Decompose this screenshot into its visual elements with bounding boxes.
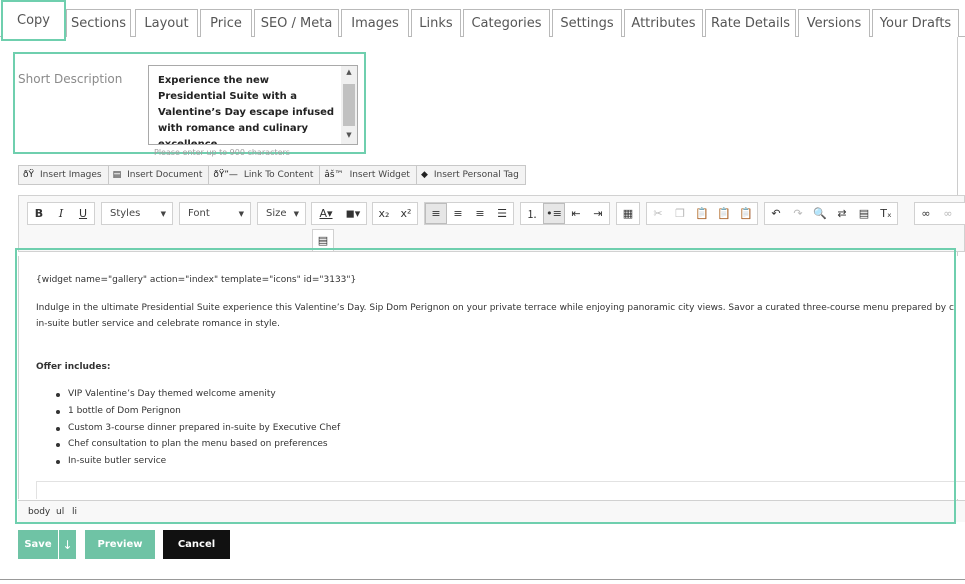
chevron-down-icon: ▼ — [293, 209, 299, 218]
underline-icon[interactable]: U — [72, 203, 94, 224]
page-bottom-divider — [0, 579, 965, 580]
short-description-label: Short Description — [18, 72, 123, 86]
scroll-up-icon[interactable]: ▲ — [341, 68, 357, 76]
superscript-icon[interactable]: x² — [395, 203, 417, 224]
editor-highlight — [15, 248, 956, 524]
document-icon: ▤ — [112, 170, 122, 180]
chevron-down-icon: ▼ — [160, 209, 166, 218]
bulleted-list-icon[interactable]: •≡ — [543, 203, 565, 224]
chevron-down-icon: ▼ — [238, 209, 244, 218]
background-color-icon[interactable]: ◼▾ — [340, 203, 366, 224]
size-label: Size — [266, 208, 287, 219]
paste-text-icon[interactable]: 📋 — [713, 203, 735, 224]
tag-icon: ◆ — [420, 170, 428, 180]
tab-settings[interactable]: Settings — [552, 9, 622, 37]
numbered-list-icon[interactable]: ⒈ — [521, 203, 543, 224]
scroll-down-icon[interactable]: ▼ — [341, 131, 357, 139]
undo-icon[interactable]: ↶ — [765, 203, 787, 224]
align-center-icon[interactable]: ≡ — [447, 203, 469, 224]
scroll-thumb[interactable] — [343, 84, 355, 126]
tab-images[interactable]: Images — [341, 9, 409, 37]
link-group: ∞ ∞ — [914, 202, 965, 225]
save-button[interactable]: Save — [18, 530, 58, 559]
bold-icon[interactable]: B — [28, 203, 50, 224]
insert-toolbar: ðŸ Insert Images ▤ Insert Document ðŸ”— … — [18, 165, 526, 185]
copy-icon[interactable]: ❐ — [669, 203, 691, 224]
tab-links[interactable]: Links — [411, 9, 461, 37]
editor-toolbar: B I U Styles ▼ Font ▼ Size ▼ A▾ ◼▾ x₂ x²… — [18, 195, 965, 252]
paste-word-icon[interactable]: 📋 — [735, 203, 757, 224]
script-group: x₂ x² — [372, 202, 418, 225]
subscript-icon[interactable]: x₂ — [373, 203, 395, 224]
widget-icon: âš™ — [324, 170, 344, 180]
insert-images-button[interactable]: ðŸ Insert Images — [19, 166, 109, 184]
short-description-value[interactable]: Experience the new Presidential Suite wi… — [158, 73, 340, 144]
link-icon: ðŸ”— — [213, 170, 238, 180]
italic-icon[interactable]: I — [50, 203, 72, 224]
tab-sections[interactable]: Sections — [66, 9, 131, 37]
list-group: ⒈ •≡ ⇤ ⇥ — [520, 202, 610, 225]
preview-button[interactable]: Preview — [85, 530, 155, 559]
character-limit-hint: Please enter up to 900 characters — [154, 148, 290, 157]
color-group: A▾ ◼▾ — [311, 202, 367, 225]
size-dropdown[interactable]: Size ▼ — [257, 202, 306, 225]
tab-copy[interactable]: Copy — [1, 0, 66, 41]
align-justify-icon[interactable]: ☰ — [491, 203, 513, 224]
table-icon[interactable]: ▦ — [617, 203, 639, 224]
tab-your-drafts[interactable]: Your Drafts — [872, 9, 959, 37]
save-dropdown-button[interactable]: ↓ — [58, 530, 76, 559]
outdent-icon[interactable]: ⇤ — [565, 203, 587, 224]
tab-attributes[interactable]: Attributes — [624, 9, 703, 37]
styles-dropdown[interactable]: Styles ▼ — [101, 202, 173, 225]
tab-seo-meta[interactable]: SEO / Meta — [254, 9, 339, 37]
align-group: ≡ ≡ ≡ ☰ — [424, 202, 514, 225]
align-left-icon[interactable]: ≡ — [425, 203, 447, 224]
search-icon[interactable]: 🔍 — [809, 203, 831, 224]
image-icon: ðŸ — [23, 170, 35, 180]
table-group: ▦ — [616, 202, 640, 225]
short-description-textarea[interactable]: Experience the new Presidential Suite wi… — [148, 65, 358, 145]
link-icon[interactable]: ∞ — [915, 203, 937, 224]
align-right-icon[interactable]: ≡ — [469, 203, 491, 224]
insert-widget-label: Insert Widget — [349, 170, 410, 180]
cut-icon[interactable]: ✂ — [647, 203, 669, 224]
insert-widget-button[interactable]: âš™ Insert Widget — [320, 166, 417, 184]
insert-images-label: Insert Images — [40, 170, 102, 180]
redo-icon[interactable]: ↷ — [787, 203, 809, 224]
tab-layout[interactable]: Layout — [135, 9, 198, 37]
tab-categories[interactable]: Categories — [463, 9, 550, 37]
link-to-content-button[interactable]: ðŸ”— Link To Content — [209, 166, 321, 184]
textarea-scrollbar[interactable]: ▲ ▼ — [341, 66, 357, 144]
clipboard-group: ✂ ❐ 📋 📋 📋 — [646, 202, 758, 225]
paste-icon[interactable]: 📋 — [691, 203, 713, 224]
tab-bar: Copy Sections Layout Price SEO / Meta Im… — [0, 0, 965, 41]
insert-personal-tag-button[interactable]: ◆ Insert Personal Tag — [417, 166, 525, 184]
tab-price[interactable]: Price — [200, 9, 252, 37]
insert-document-label: Insert Document — [127, 170, 203, 180]
font-label: Font — [188, 208, 210, 219]
insert-document-button[interactable]: ▤ Insert Document — [109, 166, 210, 184]
text-color-icon[interactable]: A▾ — [312, 203, 340, 224]
indent-icon[interactable]: ⇥ — [587, 203, 609, 224]
insert-personal-tag-label: Insert Personal Tag — [433, 170, 519, 180]
select-all-icon[interactable]: ▤ — [853, 203, 875, 224]
unlink-icon[interactable]: ∞ — [937, 203, 959, 224]
styles-label: Styles — [110, 208, 141, 219]
basic-style-group: B I U — [27, 202, 95, 225]
edit-group: ↶ ↷ 🔍 ⇄ ▤ Tₓ — [764, 202, 898, 225]
remove-format-icon[interactable]: Tₓ — [875, 203, 897, 224]
link-to-content-label: Link To Content — [243, 170, 314, 180]
tab-rate-details[interactable]: Rate Details — [705, 9, 796, 37]
cancel-button[interactable]: Cancel — [163, 530, 230, 559]
tab-versions[interactable]: Versions — [798, 9, 870, 37]
font-dropdown[interactable]: Font ▼ — [179, 202, 251, 225]
replace-icon[interactable]: ⇄ — [831, 203, 853, 224]
